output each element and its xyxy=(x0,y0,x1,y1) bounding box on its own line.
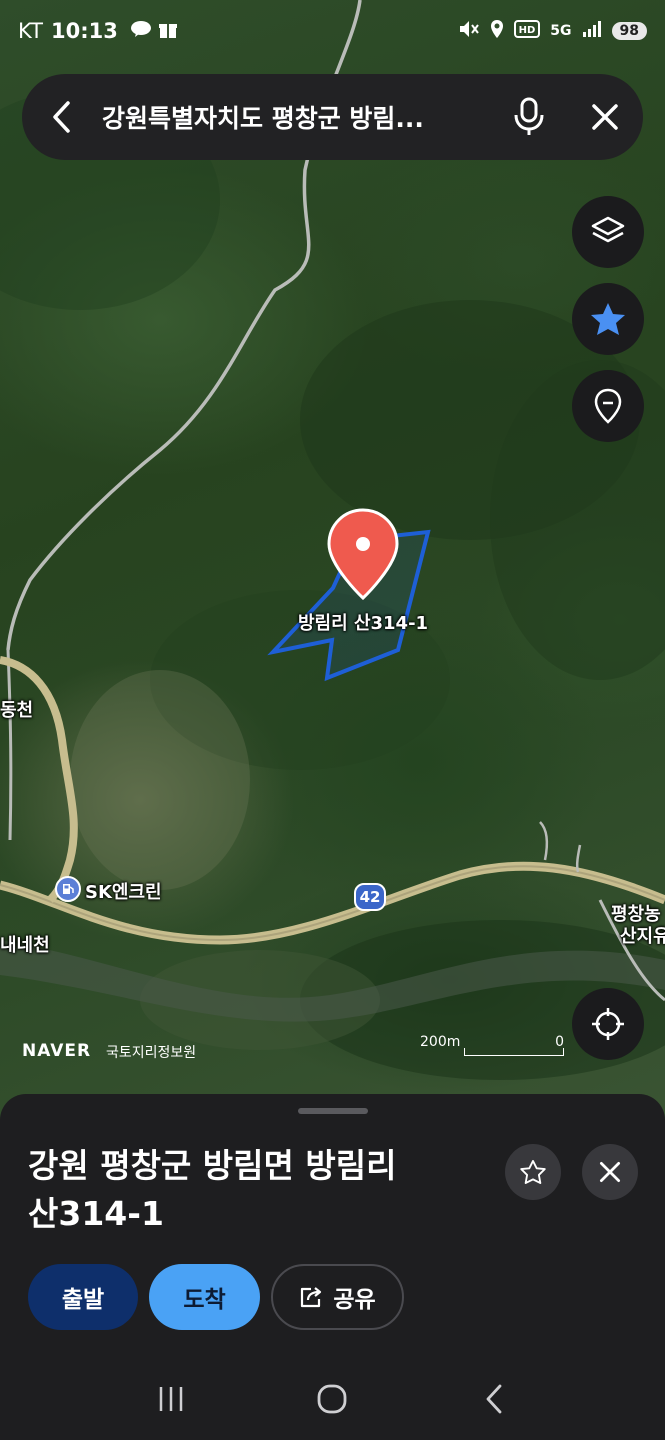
scale-label: 200m xyxy=(420,1034,461,1050)
naver-logo: NAVER xyxy=(22,1041,92,1061)
signal-icon xyxy=(582,20,602,42)
chevron-left-icon xyxy=(53,101,70,133)
route-42-badge: 42 xyxy=(354,883,386,911)
address-line-1: 강원 평창군 방림면 방림리 xyxy=(28,1146,397,1185)
marker-label: 방림리 산314-1 xyxy=(298,613,429,634)
close-sheet-button[interactable] xyxy=(582,1144,638,1200)
status-bar: KT 10:13 HD 5G 98 xyxy=(0,0,665,62)
place-label-pyeongchang-2[interactable]: 산지유 xyxy=(620,922,665,948)
scale-line xyxy=(464,1048,564,1056)
depart-button[interactable]: 출발 xyxy=(28,1264,138,1330)
arrive-button[interactable]: 도착 xyxy=(149,1264,260,1330)
current-location-button[interactable] xyxy=(572,988,644,1060)
microphone-icon xyxy=(514,97,544,135)
clear-search-button[interactable] xyxy=(567,74,643,160)
place-address: 강원 평창군 방림면 방림리 산314-1 xyxy=(28,1142,468,1238)
network-type: 5G xyxy=(550,23,572,39)
share-button[interactable]: 공유 xyxy=(271,1264,404,1330)
search-query[interactable]: 강원특별자치도 평창군 방림... xyxy=(102,99,491,135)
location-pin-icon[interactable] xyxy=(327,508,399,600)
voice-search-button[interactable] xyxy=(491,74,567,160)
crosshair-icon xyxy=(592,1008,624,1040)
sheet-handle[interactable] xyxy=(298,1108,368,1114)
scale-bar: 200m 0 xyxy=(420,1034,566,1058)
address-line-2: 산314-1 xyxy=(28,1194,164,1233)
gift-notification-icon xyxy=(158,19,178,44)
back-arrow-icon xyxy=(486,1384,502,1414)
favorites-button[interactable] xyxy=(572,283,644,355)
recent-apps-icon xyxy=(159,1387,183,1411)
layers-icon xyxy=(591,216,625,243)
mute-icon xyxy=(458,19,480,43)
back-button[interactable] xyxy=(22,74,102,160)
place-label-sk-enclean[interactable]: SK엔크린 xyxy=(85,878,162,904)
star-icon xyxy=(591,303,625,335)
close-icon xyxy=(592,104,618,130)
battery-level: 98 xyxy=(611,22,647,40)
clock: 10:13 xyxy=(50,19,118,43)
place-label-naecheon[interactable]: 내네천 xyxy=(0,931,50,957)
talk-notification-icon xyxy=(130,19,152,43)
home-button[interactable] xyxy=(302,1369,362,1429)
layers-button[interactable] xyxy=(572,196,644,268)
share-icon xyxy=(301,1287,322,1308)
svg-text:HD: HD xyxy=(519,25,536,36)
recent-apps-button[interactable] xyxy=(141,1369,201,1429)
close-icon xyxy=(599,1161,621,1183)
place-button[interactable] xyxy=(572,370,644,442)
search-bar[interactable]: 강원특별자치도 평창군 방림... xyxy=(22,74,643,160)
place-bottom-sheet[interactable]: 강원 평창군 방림면 방림리 산314-1 출발 도착 공유 xyxy=(0,1094,665,1358)
map-attribution: 국토지리정보원 xyxy=(106,1045,197,1061)
carrier: KT xyxy=(18,19,43,43)
pin-outline-icon xyxy=(594,388,622,424)
back-nav-button[interactable] xyxy=(464,1369,524,1429)
gas-station-icon[interactable] xyxy=(55,876,81,902)
hd-voice-icon: HD xyxy=(514,20,541,42)
place-label-dongcheon[interactable]: 동천 xyxy=(0,696,33,722)
system-nav-bar xyxy=(0,1358,665,1440)
location-status-icon xyxy=(490,19,504,43)
share-label: 공유 xyxy=(333,1287,376,1313)
map-view[interactable]: 방림리 산314-1 동천 SK엔크린 내네천 평창농 산지유 42 NAVER… xyxy=(0,0,665,1120)
save-favorite-button[interactable] xyxy=(505,1144,561,1200)
home-icon xyxy=(318,1384,347,1414)
star-outline-icon xyxy=(520,1160,546,1184)
